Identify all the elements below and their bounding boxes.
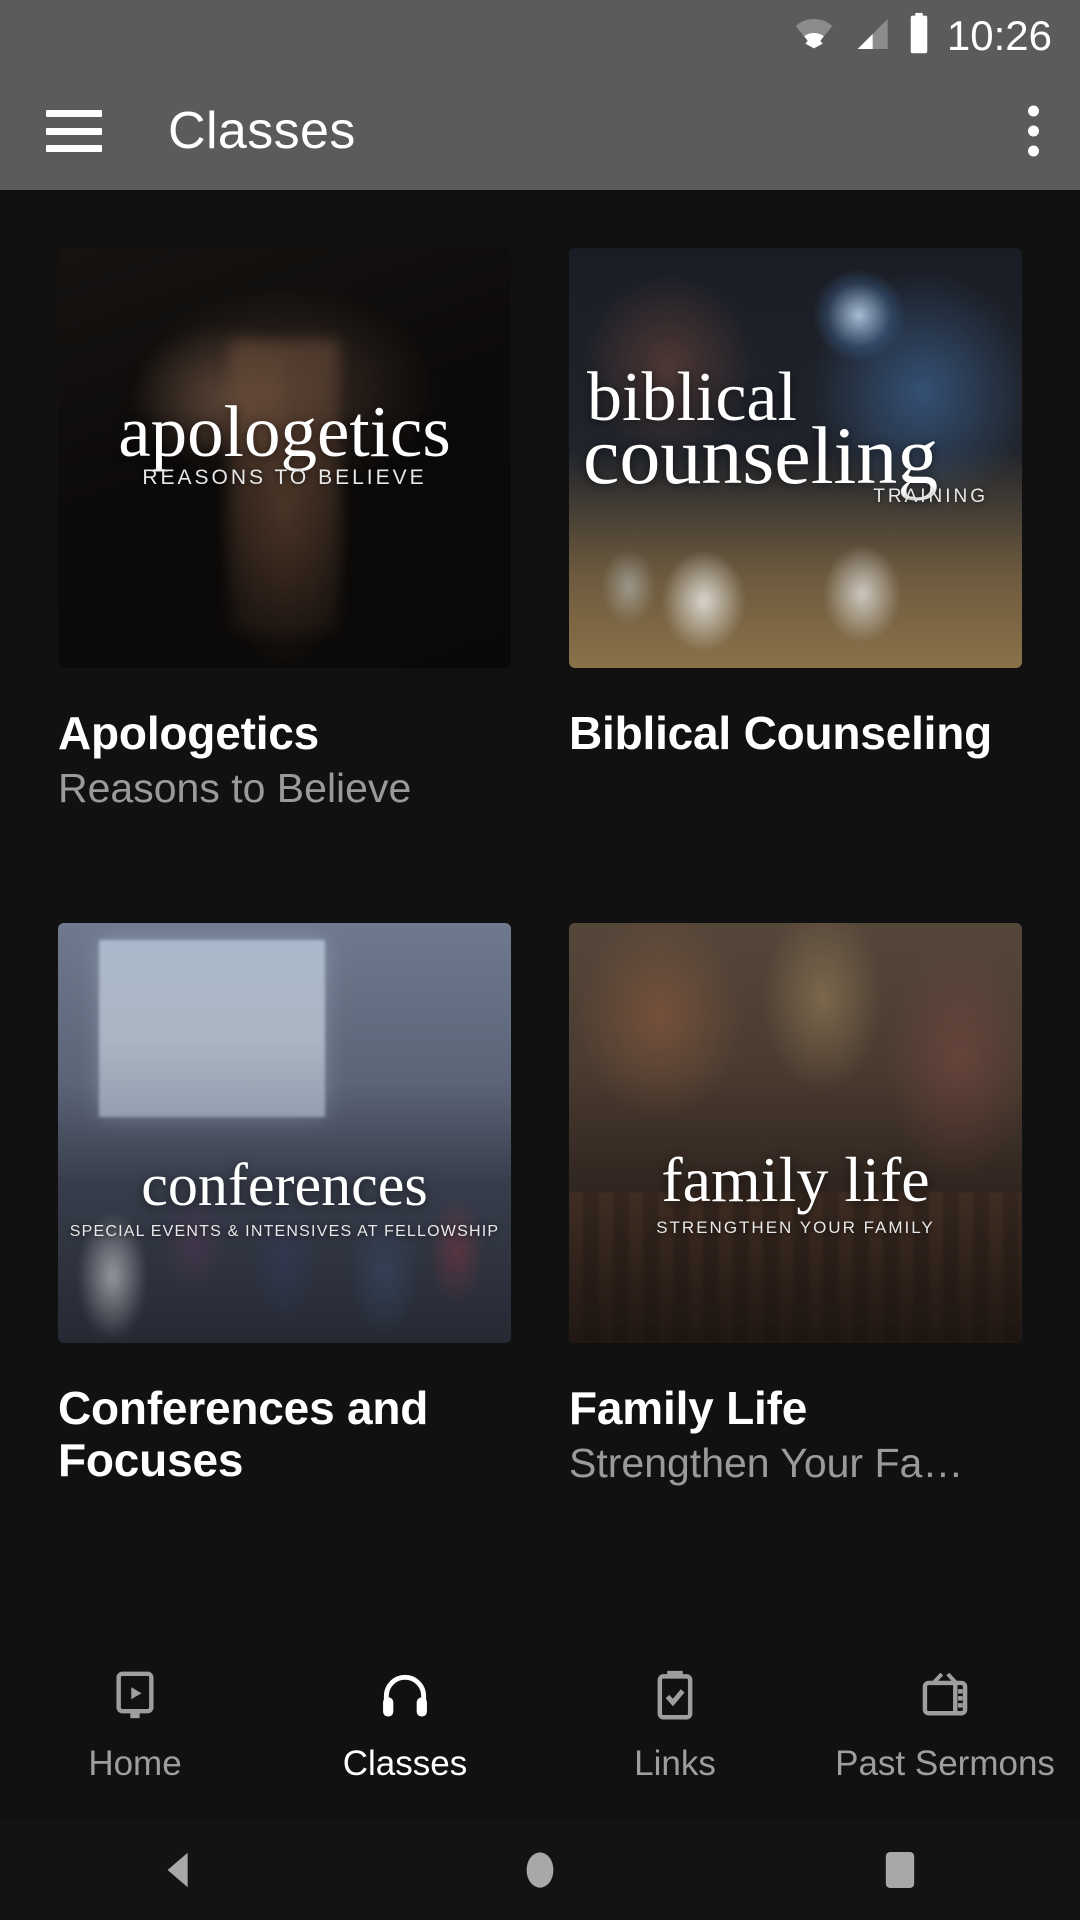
page-title: Classes [168, 102, 356, 160]
nav-item-classes[interactable]: Classes [270, 1666, 540, 1784]
back-triangle-icon[interactable] [90, 1820, 270, 1920]
recents-square-icon[interactable] [810, 1820, 990, 1920]
class-subtitle: Strengthen Your Fa… [569, 1440, 964, 1486]
classes-grid: apologetics REASONS TO BELIEVE Apologeti… [0, 190, 1080, 1492]
status-bar-icons [791, 12, 933, 61]
artwork-subtitle: TRAINING [873, 486, 988, 507]
class-card-conferences[interactable]: conferences SPECIAL EVENTS & INTENSIVES … [58, 923, 511, 1492]
nav-item-past-sermons[interactable]: Past Sermons [810, 1666, 1080, 1784]
app-screen: 10:26 Classes apologetics REASONS TO BEL… [0, 0, 1080, 1920]
television-icon [915, 1666, 975, 1726]
class-title: Apologetics [58, 707, 320, 759]
monitor-play-icon [105, 1666, 165, 1726]
artwork-title-line2: counseling [583, 410, 939, 501]
class-thumbnail: biblical counseling TRAINING [569, 248, 1022, 668]
hamburger-menu-icon[interactable] [46, 110, 102, 152]
grid-row-spacer [58, 811, 511, 923]
class-thumbnail: conferences SPECIAL EVENTS & INTENSIVES … [58, 923, 511, 1344]
status-bar: 10:26 [0, 0, 1080, 72]
class-card-biblical-counseling[interactable]: biblical counseling TRAINING Biblical Co… [569, 248, 1022, 811]
class-title: Family Life [569, 1382, 808, 1435]
class-thumbnail: apologetics REASONS TO BELIEVE [58, 248, 511, 668]
class-subtitle: Reasons to Believe [58, 765, 412, 811]
nav-label-links: Links [634, 1744, 716, 1783]
bottom-navigation-bar: Home Classes Links Past Sermons [0, 1630, 1080, 1820]
overflow-menu-icon[interactable] [1028, 105, 1039, 157]
artwork-subtitle: STRENGTHEN YOUR FAMILY [656, 1218, 935, 1238]
class-card-apologetics[interactable]: apologetics REASONS TO BELIEVE Apologeti… [58, 248, 511, 811]
grid-row-spacer [569, 811, 1022, 923]
status-bar-clock: 10:26 [946, 12, 1052, 59]
artwork-title: apologetics [118, 391, 451, 472]
app-bar: Classes [0, 72, 1080, 190]
headphones-icon [375, 1666, 435, 1726]
home-circle-icon[interactable] [450, 1820, 630, 1920]
class-title: Biblical Counseling [569, 707, 993, 759]
nav-label-home: Home [88, 1744, 182, 1783]
wifi-icon [791, 14, 837, 59]
nav-label-past-sermons: Past Sermons [835, 1744, 1055, 1783]
artwork-title: family life [661, 1144, 930, 1216]
class-thumbnail: family life STRENGTHEN YOUR FAMILY [569, 923, 1022, 1344]
artwork-tint-overlay [58, 923, 511, 1344]
nav-label-classes: Classes [342, 1744, 468, 1783]
family-life-artwork-image [569, 923, 1022, 1344]
clipboard-check-icon [645, 1666, 705, 1726]
artwork-subtitle: SPECIAL EVENTS & INTENSIVES AT FELLOWSHI… [69, 1223, 500, 1241]
artwork-title: conferences [141, 1152, 428, 1219]
nav-item-links[interactable]: Links [540, 1666, 810, 1784]
nav-item-home[interactable]: Home [0, 1666, 270, 1784]
battery-icon [905, 12, 933, 61]
android-system-navigation-bar [0, 1820, 1080, 1920]
artwork-subtitle: REASONS TO BELIEVE [142, 466, 427, 489]
class-card-family-life[interactable]: family life STRENGTHEN YOUR FAMILY Famil… [569, 923, 1022, 1492]
cellular-signal-icon [849, 14, 893, 59]
classes-scroll-container[interactable]: apologetics REASONS TO BELIEVE Apologeti… [0, 190, 1080, 1630]
class-title: Conferences and Focuses [58, 1382, 429, 1486]
